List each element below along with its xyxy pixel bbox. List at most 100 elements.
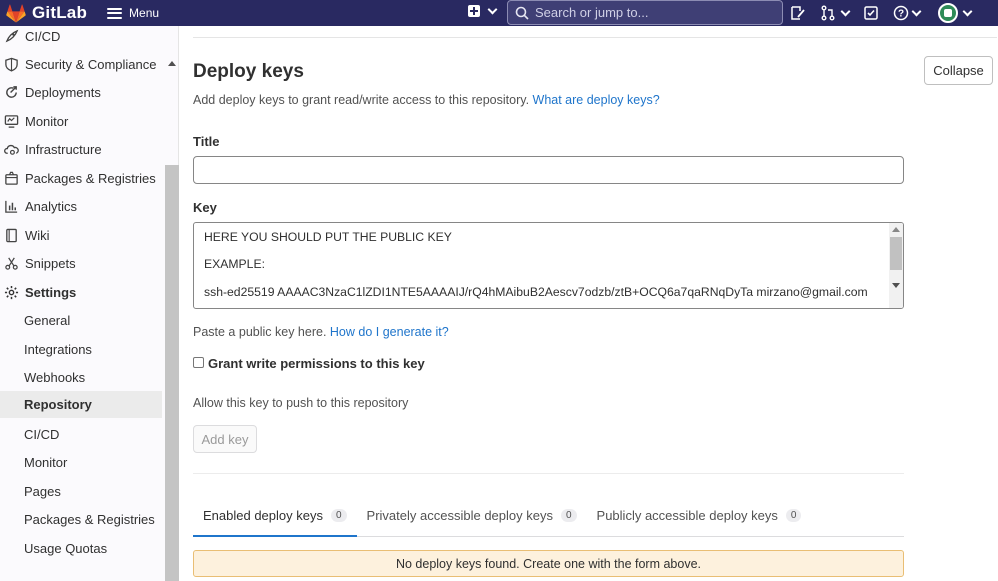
sidebar-subitem-usage-quotas[interactable]: Usage Quotas bbox=[0, 535, 162, 562]
edit-issue-icon bbox=[791, 6, 805, 20]
deployments-icon bbox=[3, 85, 19, 101]
sidebar-item-snippets[interactable]: Snippets bbox=[0, 250, 162, 277]
chevron-down-icon bbox=[962, 6, 973, 16]
grant-write-checkbox[interactable] bbox=[193, 356, 204, 368]
search-icon bbox=[515, 6, 529, 20]
sidebar-subitem-monitor[interactable]: Monitor bbox=[0, 449, 162, 476]
sidebar-item-label: Infrastructure bbox=[25, 142, 102, 157]
sidebar-subitem-label: Monitor bbox=[24, 455, 68, 470]
sidebar-item-analytics[interactable]: Analytics bbox=[0, 193, 162, 220]
deploy-keys-tabs: Enabled deploy keys 0 Privately accessib… bbox=[193, 504, 904, 537]
sidebar-subitem-label: General bbox=[24, 313, 71, 328]
count-badge: 0 bbox=[330, 509, 347, 522]
sidebar-subitem-label: Usage Quotas bbox=[24, 541, 108, 556]
key-help-text: Paste a public key here. How do I genera… bbox=[193, 325, 449, 339]
key-label: Key bbox=[193, 200, 217, 215]
plus-square-icon bbox=[468, 5, 480, 17]
sidebar-item-packages[interactable]: Packages & Registries bbox=[0, 165, 162, 192]
title-label: Title bbox=[193, 134, 220, 149]
search-input[interactable] bbox=[535, 5, 775, 20]
user-menu-button[interactable] bbox=[938, 3, 973, 23]
hamburger-icon bbox=[107, 7, 123, 19]
sidebar-item-monitor[interactable]: Monitor bbox=[0, 108, 162, 135]
sidebar-item-label: CI/CD bbox=[25, 29, 61, 44]
sidebar-item-label: Packages & Registries bbox=[25, 171, 156, 186]
sidebar-subitem-pages[interactable]: Pages bbox=[0, 478, 162, 505]
empty-state-alert: No deploy keys found. Create one with th… bbox=[193, 550, 904, 577]
new-dropdown-button[interactable] bbox=[468, 4, 498, 17]
avatar bbox=[938, 3, 958, 23]
brand-name: GitLab bbox=[32, 3, 88, 22]
tanuki-icon bbox=[6, 3, 26, 22]
sidebar-item-label: Wiki bbox=[25, 228, 50, 243]
add-key-button[interactable]: Add key bbox=[193, 425, 257, 453]
scroll-thumb[interactable] bbox=[890, 237, 902, 270]
sidebar-subitem-packages[interactable]: Packages & Registries bbox=[0, 506, 162, 533]
tab-label: Publicly accessible deploy keys bbox=[596, 508, 778, 523]
issues-button[interactable] bbox=[790, 5, 806, 21]
todos-button[interactable] bbox=[863, 5, 879, 21]
main-content: Deploy keys Add deploy keys to grant rea… bbox=[180, 26, 998, 581]
sidebar-subitem-label: CI/CD bbox=[24, 427, 60, 442]
chevron-down-icon bbox=[840, 6, 851, 16]
key-text-line: HERE YOU SHOULD PUT THE PUBLIC KEY bbox=[204, 230, 452, 244]
sidebar-item-label: Security & Compliance bbox=[25, 57, 157, 72]
grant-write-row[interactable]: Grant write permissions to this key bbox=[193, 356, 425, 371]
sidebar-subitem-repository[interactable]: Repository bbox=[0, 391, 162, 418]
sidebar-subitem-label: Webhooks bbox=[24, 370, 86, 385]
menu-label: Menu bbox=[129, 6, 160, 20]
chevron-down-icon bbox=[487, 4, 498, 14]
deploy-keys-help-link[interactable]: What are deploy keys? bbox=[533, 93, 660, 107]
generate-key-help-link[interactable]: How do I generate it? bbox=[330, 325, 449, 339]
key-textarea[interactable]: HERE YOU SHOULD PUT THE PUBLIC KEY EXAMP… bbox=[193, 222, 904, 309]
help-button[interactable]: ? bbox=[893, 5, 922, 21]
sidebar-item-security[interactable]: Security & Compliance bbox=[0, 51, 162, 78]
chevron-down-icon bbox=[911, 6, 922, 16]
sidebar-item-cicd[interactable]: CI/CD bbox=[0, 23, 162, 50]
description-text: Add deploy keys to grant read/write acce… bbox=[193, 93, 530, 107]
help-icon: ? bbox=[893, 5, 909, 21]
sidebar-scroll-up-icon[interactable] bbox=[168, 61, 176, 66]
tab-publicly-accessible[interactable]: Publicly accessible deploy keys 0 bbox=[587, 504, 812, 537]
key-text-line: ssh-ed25519 AAAAC3NzaC1lZDI1NTE5AAAAIJ/r… bbox=[204, 285, 868, 299]
scissors-icon bbox=[3, 256, 19, 272]
section-description: Add deploy keys to grant read/write acce… bbox=[193, 93, 660, 107]
tab-privately-accessible[interactable]: Privately accessible deploy keys 0 bbox=[357, 504, 587, 537]
scroll-up-arrow-icon[interactable] bbox=[892, 227, 900, 232]
divider bbox=[193, 473, 904, 474]
help-text: Paste a public key here. bbox=[193, 325, 327, 339]
sidebar-item-settings[interactable]: Settings bbox=[0, 279, 162, 306]
sidebar-subitem-webhooks[interactable]: Webhooks bbox=[0, 364, 162, 391]
merge-request-icon bbox=[821, 5, 835, 21]
sidebar-scrollbar[interactable] bbox=[165, 165, 179, 581]
grant-write-help: Allow this key to push to this repositor… bbox=[193, 396, 409, 410]
sidebar-subitem-cicd[interactable]: CI/CD bbox=[0, 421, 162, 448]
search-box[interactable] bbox=[507, 0, 783, 25]
sidebar-item-label: Deployments bbox=[25, 85, 101, 100]
key-textarea-scrollbar[interactable] bbox=[889, 223, 903, 308]
menu-button[interactable]: Menu bbox=[107, 6, 159, 20]
tab-enabled-deploy-keys[interactable]: Enabled deploy keys 0 bbox=[193, 504, 357, 537]
merge-requests-button[interactable] bbox=[820, 5, 851, 21]
gitlab-logo[interactable]: GitLab bbox=[6, 3, 87, 23]
sidebar-item-deployments[interactable]: Deployments bbox=[0, 79, 162, 106]
title-field[interactable] bbox=[193, 156, 904, 184]
sidebar-subitem-integrations[interactable]: Integrations bbox=[0, 336, 162, 363]
chart-icon bbox=[3, 199, 19, 215]
rocket-icon bbox=[3, 29, 19, 45]
top-icons: ? bbox=[790, 3, 985, 23]
sidebar-subitem-general[interactable]: General bbox=[0, 307, 162, 334]
sidebar-item-label: Analytics bbox=[25, 199, 78, 214]
grant-write-label[interactable]: Grant write permissions to this key bbox=[208, 356, 425, 371]
scroll-down-arrow-icon[interactable] bbox=[892, 283, 900, 288]
page-title: Deploy keys bbox=[193, 61, 304, 82]
sidebar-item-infrastructure[interactable]: Infrastructure bbox=[0, 136, 162, 163]
tab-label: Privately accessible deploy keys bbox=[366, 508, 553, 523]
divider bbox=[193, 37, 997, 38]
collapse-button[interactable]: Collapse bbox=[924, 56, 993, 85]
key-text-line: EXAMPLE: bbox=[204, 257, 265, 271]
sidebar-item-wiki[interactable]: Wiki bbox=[0, 222, 162, 249]
sidebar-item-label: Settings bbox=[25, 285, 77, 300]
package-icon bbox=[3, 171, 19, 187]
monitor-icon bbox=[3, 114, 19, 130]
